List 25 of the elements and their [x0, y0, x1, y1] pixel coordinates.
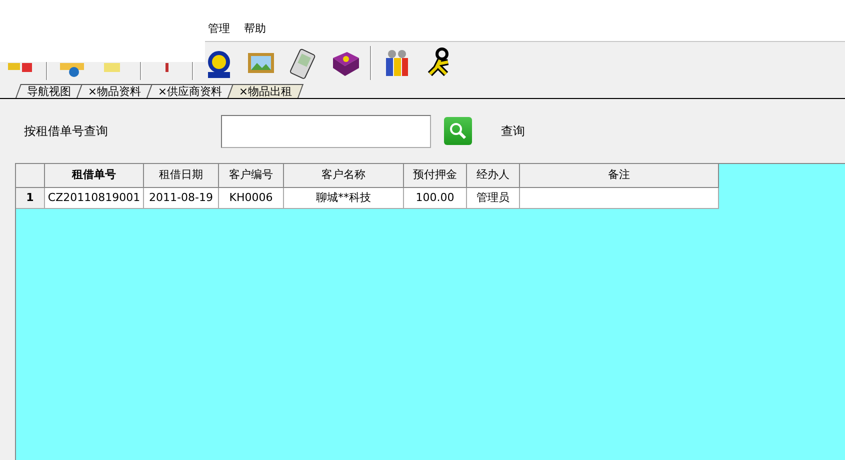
- tab[interactable]: ×物品资料: [76, 84, 153, 98]
- column-header[interactable]: 租借日期: [144, 164, 219, 188]
- column-header[interactable]: 客户编号: [219, 164, 284, 188]
- column-header[interactable]: 经办人: [467, 164, 520, 188]
- table-cell: KH0006: [219, 188, 284, 209]
- search-icon: [449, 122, 467, 140]
- search-button[interactable]: [444, 117, 472, 145]
- menu-item[interactable]: 管理: [208, 19, 230, 38]
- row-number: 1: [16, 188, 45, 209]
- table-cell: CZ20110819001: [45, 188, 144, 209]
- table-cell: 管理员: [467, 188, 520, 209]
- tab[interactable]: ×供应商资料: [146, 84, 234, 98]
- search-label: 按租借单号查询: [24, 122, 109, 140]
- table-cell: 100.00: [404, 188, 467, 209]
- column-header[interactable]: 租借单号: [45, 164, 144, 188]
- tab[interactable]: ×物品出租: [228, 84, 304, 98]
- search-field[interactable]: [221, 114, 431, 148]
- table-cell: 2011-08-19: [144, 188, 219, 209]
- tab[interactable]: 导航视图: [15, 84, 83, 98]
- column-header[interactable]: 备注: [520, 164, 719, 188]
- table-cell: 聊城**科技: [284, 188, 404, 209]
- menu-item[interactable]: 帮助: [244, 19, 266, 38]
- column-header[interactable]: 预付押金: [404, 164, 467, 188]
- column-header[interactable]: 客户名称: [284, 164, 404, 188]
- search-label: 查询: [501, 122, 525, 140]
